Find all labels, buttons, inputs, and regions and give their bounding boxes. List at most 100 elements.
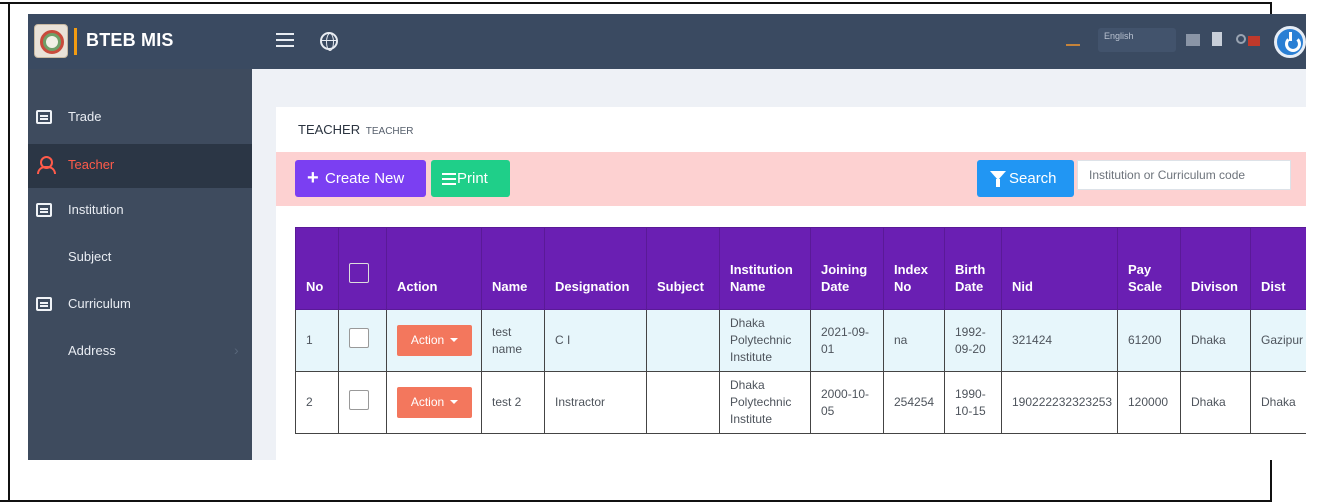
column-header[interactable]: No bbox=[295, 227, 339, 310]
flag-icon[interactable] bbox=[1248, 36, 1260, 46]
column-header[interactable]: Designation bbox=[544, 227, 647, 310]
column-header[interactable]: Joining Date bbox=[810, 227, 884, 310]
sidebar-item-label: Subject bbox=[68, 249, 112, 264]
column-header[interactable]: Action bbox=[386, 227, 482, 310]
top-navbar: BTEB MIS English bbox=[28, 14, 1306, 69]
brand-divider bbox=[74, 28, 77, 55]
column-header[interactable]: Subject bbox=[646, 227, 720, 310]
sidebar-item-address[interactable]: Address › bbox=[28, 330, 252, 374]
teacher-table-container[interactable]: No Action Name Designation Subject Insti… bbox=[295, 227, 1306, 437]
sidebar-item-institution[interactable]: Institution bbox=[28, 189, 252, 233]
row-checkbox[interactable] bbox=[349, 390, 369, 410]
sidebar: Trade Teacher Institution Subject Curric… bbox=[28, 69, 252, 460]
column-header[interactable]: Index No bbox=[883, 227, 945, 310]
border-line bbox=[8, 2, 10, 500]
id-card-icon bbox=[36, 110, 52, 124]
cell-nid: 190222232323253 bbox=[1001, 371, 1118, 434]
cell-name: test 2 bbox=[481, 371, 545, 434]
table-row[interactable]: 2 Action test 2 Instractor Dhaka Polytec… bbox=[295, 371, 1306, 434]
column-header-select bbox=[338, 227, 387, 310]
table-header-row: No Action Name Designation Subject Insti… bbox=[295, 227, 1306, 310]
power-icon[interactable] bbox=[1274, 26, 1306, 58]
column-header[interactable]: Pay Scale bbox=[1117, 227, 1181, 310]
cell-index-no: na bbox=[883, 309, 945, 372]
column-header[interactable]: Nid bbox=[1001, 227, 1118, 310]
cell-subject bbox=[646, 309, 720, 372]
page-title-text: TEACHER bbox=[298, 122, 361, 137]
action-label: Action bbox=[410, 333, 445, 347]
action-dropdown-button[interactable]: Action bbox=[397, 387, 472, 418]
search-label: Search bbox=[1009, 170, 1057, 187]
sidebar-item-curriculum[interactable]: Curriculum bbox=[28, 283, 252, 327]
filter-icon bbox=[990, 171, 1006, 187]
cloud-icon[interactable] bbox=[1186, 34, 1200, 46]
border-line bbox=[0, 500, 1272, 502]
teacher-table: No Action Name Designation Subject Insti… bbox=[295, 227, 1306, 434]
cell-division: Dhaka bbox=[1180, 309, 1251, 372]
cell-select bbox=[338, 371, 387, 434]
cell-designation: Instractor bbox=[544, 371, 647, 434]
cell-pay-scale: 61200 bbox=[1117, 309, 1181, 372]
cell-district: Gazipur bbox=[1250, 309, 1306, 372]
search-button[interactable]: Search bbox=[977, 160, 1074, 197]
cell-action: Action bbox=[386, 309, 482, 372]
column-header[interactable]: Institution Name bbox=[719, 227, 811, 310]
search-input[interactable] bbox=[1077, 160, 1291, 190]
print-button[interactable]: Print bbox=[431, 160, 510, 197]
action-dropdown-button[interactable]: Action bbox=[397, 325, 472, 356]
cell-district: Dhaka bbox=[1250, 371, 1306, 434]
page-title: TEACHER TEACHER bbox=[298, 122, 414, 137]
cell-institution: Dhaka Polytechnic Institute bbox=[719, 371, 811, 434]
column-header[interactable]: Dist bbox=[1250, 227, 1306, 310]
sidebar-item-teacher[interactable]: Teacher bbox=[28, 144, 252, 188]
sidebar-item-label: Curriculum bbox=[68, 296, 131, 311]
language-label: English bbox=[1104, 31, 1134, 41]
create-new-button[interactable]: + Create New bbox=[295, 160, 426, 197]
page-subtitle: TEACHER bbox=[365, 126, 414, 137]
cell-subject bbox=[646, 371, 720, 434]
id-card-icon bbox=[36, 297, 52, 311]
plus-icon: + bbox=[307, 167, 319, 189]
cell-division: Dhaka bbox=[1180, 371, 1251, 434]
column-header[interactable]: Divison bbox=[1180, 227, 1251, 310]
caret-down-icon bbox=[450, 338, 459, 342]
column-header[interactable]: Name bbox=[481, 227, 545, 310]
sidebar-item-label: Trade bbox=[68, 109, 102, 124]
cell-action: Action bbox=[386, 371, 482, 434]
app-window: BTEB MIS English Trade Teacher Instituti… bbox=[28, 14, 1306, 460]
sidebar-item-label: Teacher bbox=[68, 157, 115, 172]
table-row[interactable]: 1 Action test name C I Dhaka Polytechnic… bbox=[295, 309, 1306, 372]
main-content: TEACHER TEACHER + Create New Print Searc… bbox=[252, 69, 1306, 460]
action-label: Action bbox=[410, 395, 445, 409]
caret-down-icon bbox=[450, 400, 459, 404]
select-all-checkbox[interactable] bbox=[349, 263, 369, 283]
sidebar-item-trade[interactable]: Trade bbox=[28, 96, 252, 140]
cell-no: 1 bbox=[295, 309, 339, 372]
cell-select bbox=[338, 309, 387, 372]
sidebar-item-subject[interactable]: Subject bbox=[28, 236, 252, 280]
brand-title: BTEB MIS bbox=[86, 30, 174, 50]
clipboard-icon[interactable] bbox=[1212, 32, 1222, 46]
sidebar-item-label: Institution bbox=[68, 202, 124, 217]
user-icon bbox=[36, 156, 56, 174]
globe-icon[interactable] bbox=[320, 32, 338, 51]
sidebar-item-label: Address bbox=[68, 343, 116, 358]
column-header[interactable]: Birth Date bbox=[944, 227, 1002, 310]
row-checkbox[interactable] bbox=[349, 328, 369, 348]
cell-name: test name bbox=[481, 309, 545, 372]
cell-index-no: 254254 bbox=[883, 371, 945, 434]
cell-birth-date: 1992-09-20 bbox=[944, 309, 1002, 372]
brand[interactable]: BTEB MIS bbox=[28, 14, 252, 69]
border-line bbox=[0, 2, 1272, 4]
tool-icon[interactable] bbox=[1066, 34, 1080, 46]
cell-designation: C I bbox=[544, 309, 647, 372]
toolbar: + Create New Print Search bbox=[276, 152, 1306, 206]
print-label: Print bbox=[457, 170, 488, 187]
hamburger-icon[interactable] bbox=[276, 33, 294, 49]
language-selector[interactable]: English bbox=[1098, 28, 1176, 52]
chevron-right-icon: › bbox=[234, 342, 239, 358]
settings-icon[interactable] bbox=[1236, 34, 1246, 44]
bteb-logo bbox=[34, 24, 68, 58]
cell-institution: Dhaka Polytechnic Institute bbox=[719, 309, 811, 372]
cell-pay-scale: 120000 bbox=[1117, 371, 1181, 434]
